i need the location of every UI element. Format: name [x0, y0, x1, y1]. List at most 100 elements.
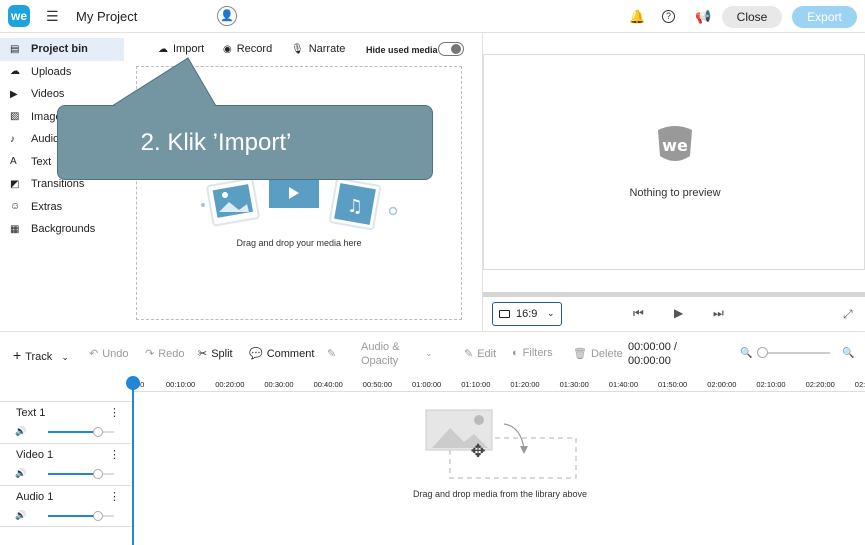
sidebar-item-label: Text [31, 155, 52, 168]
playhead-handle[interactable] [126, 376, 140, 390]
add-track-button[interactable]: + Track ⌄ [13, 347, 69, 363]
ruler-tick-label: 01:50:00 [658, 380, 688, 389]
ruler-tick-label: 00:40:00 [313, 380, 343, 389]
trash-icon: 🗑 [573, 348, 587, 360]
volume-slider-handle[interactable] [93, 511, 103, 521]
skip-forward-icon[interactable]: ⏭ [713, 306, 724, 321]
track-name[interactable]: Audio 1 [16, 491, 53, 503]
volume-fill [48, 515, 98, 517]
sidebar-item-label: Backgrounds [31, 223, 96, 236]
track-name[interactable]: Video 1 [16, 449, 53, 461]
sidebar-item-project-bin[interactable]: ▤ Project bin [0, 38, 124, 61]
narrate-label: Narrate [308, 43, 346, 55]
nothing-to-preview-text: Nothing to preview [629, 187, 721, 199]
edit-label: Edit [477, 348, 497, 360]
ruler-tick-label: 01:30:00 [559, 380, 589, 389]
comment-button[interactable]: 💬 Comment [249, 347, 314, 360]
import-button[interactable]: ☁ Import [158, 43, 204, 55]
volume-slider[interactable] [48, 431, 114, 433]
track-row[interactable]: Audio 1 ⋮ 🔊 [0, 485, 131, 527]
close-button[interactable]: Close [722, 6, 782, 28]
text-icon: A [10, 156, 17, 168]
volume-slider[interactable] [48, 473, 114, 475]
narrate-button[interactable]: 🎙 Narrate [291, 43, 345, 55]
scissors-icon: ✂ [198, 348, 208, 360]
play-icon[interactable]: ▶ [674, 306, 683, 320]
aspect-ratio-select[interactable]: 16:9 ⌄ [492, 302, 562, 326]
sidebar-item-videos[interactable]: ▶ Videos [0, 83, 124, 106]
ruler-tick-label: 00:20:00 [215, 380, 245, 389]
svg-text:we: we [662, 136, 688, 155]
skip-back-icon[interactable]: ⏮ [633, 306, 644, 321]
drop-media-text: Drag and drop your media here [236, 238, 362, 248]
undo-icon: ↶ [89, 348, 99, 360]
speaker-icon[interactable]: 🔊 [15, 510, 26, 521]
bell-icon[interactable]: 🔔 [629, 9, 645, 25]
filters-label: Filters [522, 347, 553, 359]
split-button[interactable]: ✂ Split [198, 347, 233, 360]
more-options-icon[interactable]: ⋮ [109, 448, 120, 461]
help-icon[interactable]: ? [662, 10, 675, 23]
more-options-icon[interactable]: ⋮ [109, 406, 120, 419]
track-name[interactable]: Text 1 [16, 407, 45, 419]
aspect-ratio-value: 16:9 [516, 308, 538, 320]
import-label: Import [173, 43, 205, 55]
speaker-icon[interactable]: 🔊 [15, 468, 26, 479]
split-label: Split [211, 348, 233, 360]
top-bar: we ☰ My Project 👤 🔔 ? 📢 Close Export [0, 0, 865, 33]
zoom-out-icon[interactable]: 🔍 [740, 348, 752, 359]
redo-label: Redo [158, 348, 185, 360]
ruler-baseline [133, 391, 865, 392]
hide-used-toggle[interactable] [438, 42, 464, 56]
timeline-ruler[interactable]: 00 00:10:00 00:20:00 00:30:00 00:40:00 00:50:… [133, 377, 865, 391]
redo-button[interactable]: ↷ Redo [145, 347, 185, 360]
ruler-tick-label: 02:20:00 [805, 380, 835, 389]
sidebar-item-uploads[interactable]: ☁ Uploads [0, 61, 124, 84]
delete-button[interactable]: 🗑 Delete [573, 347, 623, 360]
zoom-slider[interactable] [760, 352, 830, 354]
fullscreen-icon[interactable]: ⤢ [843, 307, 853, 322]
more-options-icon[interactable]: ⋮ [109, 490, 120, 503]
ruler-tick-label: 01:40:00 [608, 380, 638, 389]
speaker-icon[interactable]: 🔊 [15, 426, 26, 437]
edit-button[interactable]: ✎ Edit [464, 347, 496, 360]
plus-icon: + [13, 347, 22, 363]
track-list: Text 1 ⋮ 🔊 Video 1 ⋮ 🔊 Audio 1 ⋮ 🔊 [0, 401, 131, 527]
track-row[interactable]: Video 1 ⋮ 🔊 [0, 443, 131, 485]
menu-icon[interactable]: ☰ [46, 8, 59, 25]
sidebar-item-label: Transitions [31, 178, 85, 191]
pencil-icon: ✎ [464, 348, 474, 360]
app-logo[interactable]: we [8, 5, 30, 27]
megaphone-icon[interactable]: 📢 [695, 9, 711, 25]
hide-used-label: Hide used media [366, 45, 438, 55]
zoom-in-icon[interactable]: 🔍 [842, 348, 854, 359]
backgrounds-icon: ▦ [10, 223, 20, 235]
audio-opacity-label-1: Audio & [361, 341, 400, 353]
timecode-display: 00:00:00 / 00:00:00 [628, 340, 677, 368]
record-button[interactable]: ◉ Record [223, 43, 272, 55]
volume-slider-handle[interactable] [93, 427, 103, 437]
image-icon: ▨ [10, 111, 20, 123]
pen-icon[interactable]: ✎ [327, 347, 336, 360]
collaborator-icon[interactable]: 👤 [217, 6, 237, 26]
export-button[interactable]: Export [792, 6, 857, 28]
project-bin-icon: ▤ [10, 43, 20, 55]
timeline-divider [0, 331, 865, 332]
preview-scrub-bar[interactable] [483, 292, 865, 297]
zoom-slider-handle[interactable] [757, 347, 768, 358]
chevron-down-icon[interactable]: ⌄ [425, 348, 433, 359]
media-illustration-icon: ♫ [201, 178, 398, 231]
volume-slider-handle[interactable] [93, 469, 103, 479]
chevron-down-icon: ⌄ [61, 352, 69, 362]
sidebar-item-extras[interactable]: ☺ Extras [0, 196, 124, 219]
ruler-tick-label: 01:10:00 [461, 380, 491, 389]
filters-button[interactable]: ◐ Filters [512, 347, 553, 359]
comment-label: Comment [266, 348, 315, 360]
project-title[interactable]: My Project [76, 9, 137, 24]
volume-slider[interactable] [48, 515, 114, 517]
track-row[interactable]: Text 1 ⋮ 🔊 [0, 401, 131, 443]
sidebar-item-backgrounds[interactable]: ▦ Backgrounds [0, 218, 124, 241]
undo-button[interactable]: ↶ Undo [89, 347, 129, 360]
sidebar-item-label: Project bin [31, 43, 88, 56]
audio-opacity-button[interactable]: Audio & Opacity [361, 340, 400, 368]
